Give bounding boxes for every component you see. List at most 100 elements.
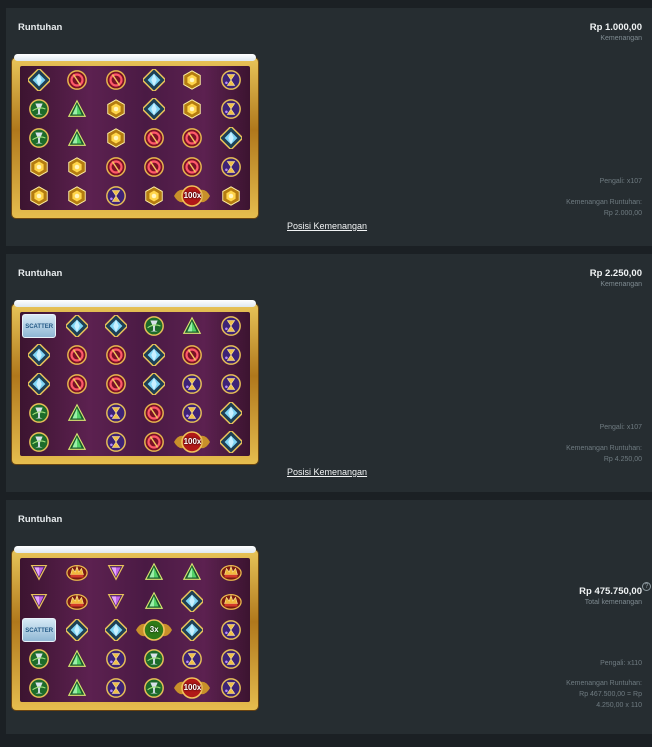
cascade-win-label: Kemenangan Runtuhan: bbox=[566, 445, 642, 452]
win-label: Kemenangan bbox=[600, 35, 642, 42]
cascade-win-formula: 4.250,00 x 110 bbox=[596, 702, 642, 709]
green-chalice-icon bbox=[20, 673, 58, 702]
blue-gem-icon bbox=[135, 370, 173, 399]
snow-cap bbox=[14, 546, 256, 553]
help-icon[interactable]: ? bbox=[642, 582, 651, 591]
total-win-label: Total kemenangan bbox=[584, 599, 642, 606]
symbol-grid: SCATTER 3x 100x bbox=[20, 558, 250, 702]
purple-hourglass-icon bbox=[97, 644, 135, 673]
cascade-win-label: Kemenangan Runtuhan: bbox=[566, 680, 642, 687]
multiplier-label: 100x bbox=[183, 436, 202, 446]
symbol-grid: SCATTER 100x bbox=[20, 312, 250, 456]
red-ring-icon bbox=[58, 370, 96, 399]
blue-gem-icon bbox=[97, 312, 135, 341]
purple-hourglass-icon bbox=[97, 673, 135, 702]
purple-hourglass-icon bbox=[97, 181, 135, 210]
green-chalice-icon bbox=[135, 312, 173, 341]
blue-gem-icon bbox=[135, 95, 173, 124]
green-gem-icon bbox=[58, 124, 96, 153]
red-ring-icon bbox=[135, 152, 173, 181]
green-gem-icon bbox=[58, 398, 96, 427]
multiplier-label: 100x bbox=[183, 190, 202, 200]
reel-board: SCATTER 3x 100x bbox=[12, 546, 258, 710]
red-ring-icon bbox=[173, 124, 211, 153]
green-gem-icon bbox=[58, 644, 96, 673]
blue-gem-icon bbox=[20, 341, 58, 370]
purple-hourglass-icon bbox=[173, 644, 211, 673]
multiplier-symbol: 100x bbox=[173, 181, 211, 210]
cascade-panel-2: Runtuhan Rp 2.250,00 Kemenangan SCATTER 1… bbox=[6, 254, 652, 492]
win-amount: Rp 2.250,00 bbox=[589, 268, 642, 279]
red-ring-icon bbox=[97, 370, 135, 399]
multiplier-symbol: 100x bbox=[173, 673, 211, 702]
blue-gem-icon bbox=[212, 124, 250, 153]
purple-hourglass-icon bbox=[212, 644, 250, 673]
snow-cap bbox=[14, 300, 256, 307]
red-ring-icon bbox=[173, 152, 211, 181]
green-chalice-icon bbox=[20, 644, 58, 673]
multiplier-symbol: 100x bbox=[173, 427, 211, 456]
purple-hourglass-icon bbox=[212, 152, 250, 181]
reel-board: 100x bbox=[12, 54, 258, 218]
green-chalice-icon bbox=[135, 644, 173, 673]
symbol-grid: 100x bbox=[20, 66, 250, 210]
cascade-win-value: Rp 4.250,00 bbox=[603, 456, 642, 463]
green-gem-icon bbox=[135, 587, 173, 616]
total-win-amount: Rp 475.750,00 bbox=[579, 586, 642, 597]
gold-hex-icon bbox=[173, 66, 211, 95]
red-ring-icon bbox=[97, 66, 135, 95]
multiplier-symbol: 3x bbox=[135, 616, 173, 645]
red-crown-icon bbox=[212, 558, 250, 587]
blue-gem-icon bbox=[135, 341, 173, 370]
blue-gem-icon bbox=[212, 398, 250, 427]
purple-hourglass-icon bbox=[212, 95, 250, 124]
blue-gem-icon bbox=[20, 370, 58, 399]
scatter-symbol: SCATTER bbox=[20, 616, 58, 645]
gold-hex-icon bbox=[58, 152, 96, 181]
blue-gem-icon bbox=[20, 66, 58, 95]
panel-title: Runtuhan bbox=[18, 268, 63, 279]
scatter-icon: SCATTER bbox=[22, 617, 57, 642]
gold-hex-icon bbox=[173, 95, 211, 124]
purple-gem-icon bbox=[97, 558, 135, 587]
panel-title: Runtuhan bbox=[18, 514, 63, 525]
gold-hex-icon bbox=[97, 95, 135, 124]
gold-hex-icon bbox=[58, 181, 96, 210]
scatter-icon: SCATTER bbox=[22, 314, 57, 339]
panel-title: Runtuhan bbox=[18, 22, 63, 33]
blue-gem-icon bbox=[173, 587, 211, 616]
green-chalice-icon bbox=[20, 398, 58, 427]
red-ring-icon bbox=[135, 427, 173, 456]
multiplier-label: 100x bbox=[183, 682, 202, 692]
multiplier-info: Pengali: x107 bbox=[599, 424, 642, 431]
winning-positions-link[interactable]: Posisi Kemenangan bbox=[287, 467, 367, 477]
multiplier-info: Pengali: x107 bbox=[599, 178, 642, 185]
purple-hourglass-icon bbox=[212, 370, 250, 399]
purple-hourglass-icon bbox=[212, 341, 250, 370]
red-crown-icon bbox=[58, 587, 96, 616]
red-ring-icon bbox=[58, 341, 96, 370]
gold-hex-icon bbox=[97, 124, 135, 153]
gold-hex-icon bbox=[212, 181, 250, 210]
cascade-win-label: Kemenangan Runtuhan: bbox=[566, 199, 642, 206]
red-crown-icon bbox=[212, 587, 250, 616]
purple-gem-icon bbox=[20, 558, 58, 587]
red-ring-icon bbox=[97, 152, 135, 181]
purple-hourglass-icon bbox=[97, 427, 135, 456]
green-gem-icon bbox=[173, 312, 211, 341]
winning-positions-link[interactable]: Posisi Kemenangan bbox=[287, 221, 367, 231]
red-crown-icon bbox=[58, 558, 96, 587]
multiplier-info: Pengali: x110 bbox=[600, 660, 642, 667]
blue-gem-icon bbox=[135, 66, 173, 95]
green-chalice-icon bbox=[20, 124, 58, 153]
blue-gem-icon bbox=[58, 312, 96, 341]
gold-hex-icon bbox=[135, 181, 173, 210]
green-gem-icon bbox=[173, 558, 211, 587]
gold-hex-icon bbox=[20, 181, 58, 210]
green-gem-icon bbox=[58, 95, 96, 124]
green-gem-icon bbox=[58, 427, 96, 456]
blue-gem-icon bbox=[58, 616, 96, 645]
reel-board: SCATTER 100x bbox=[12, 300, 258, 464]
purple-hourglass-icon bbox=[97, 398, 135, 427]
purple-hourglass-icon bbox=[212, 66, 250, 95]
